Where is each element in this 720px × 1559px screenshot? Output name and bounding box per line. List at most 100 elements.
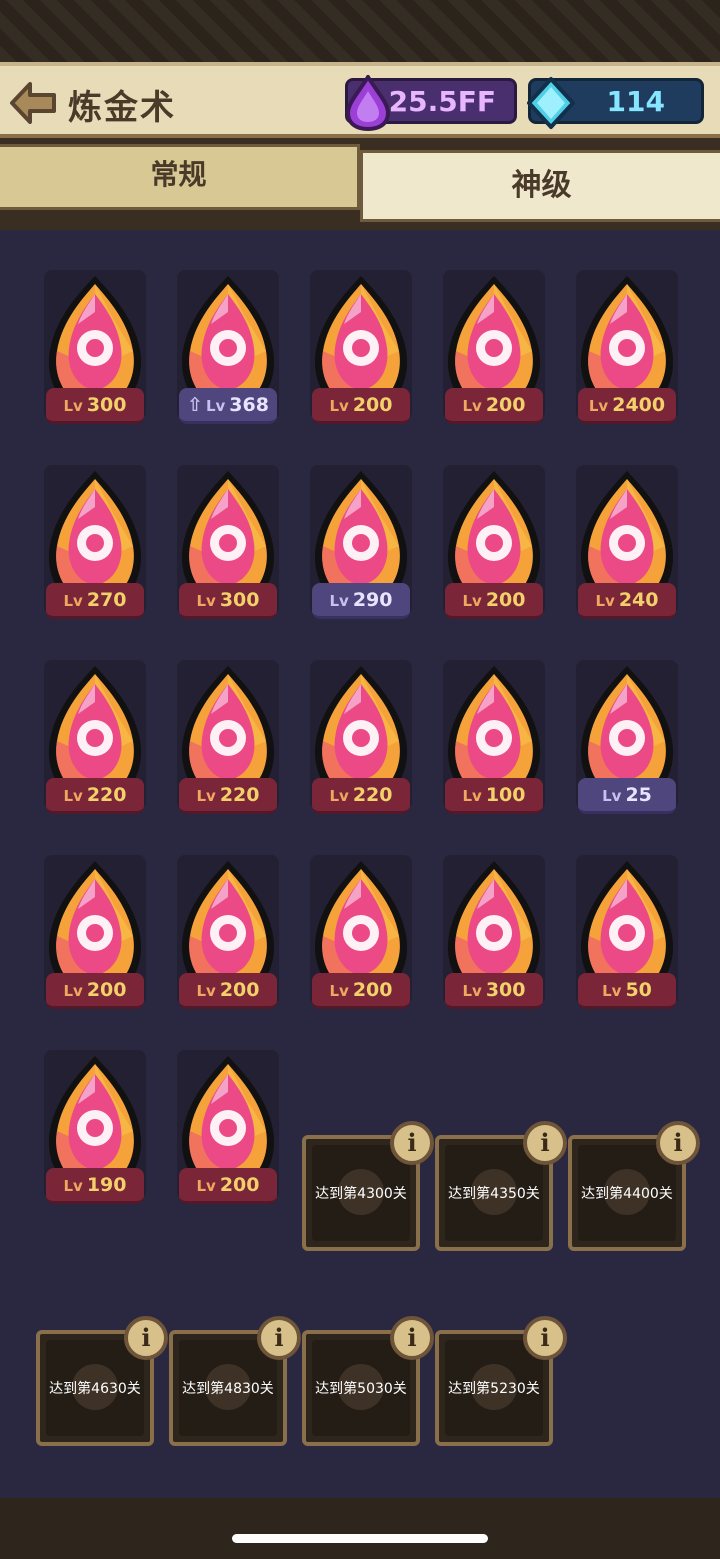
level-value: 270 bbox=[86, 589, 127, 611]
level-badge: Lv 200 bbox=[179, 973, 277, 1009]
level-prefix: Lv bbox=[329, 592, 349, 610]
alchemy-grid: Lv250Lv250Lv521Lv60Lv250Lv300⇧Lv368Lv200… bbox=[0, 230, 720, 1498]
level-prefix: Lv bbox=[462, 397, 482, 415]
tab-divine[interactable]: 神级 bbox=[360, 150, 720, 222]
level-prefix: Lv bbox=[329, 982, 349, 1000]
level-badge: Lv 200 bbox=[312, 973, 410, 1009]
level-value: 240 bbox=[618, 589, 659, 611]
unlock-requirement: 达到第4630关 bbox=[49, 1381, 141, 1397]
level-prefix: Lv bbox=[63, 397, 83, 415]
level-prefix: Lv bbox=[196, 787, 216, 805]
gem-value: 114 bbox=[606, 85, 665, 118]
alchemy-item[interactable]: Lv 200 bbox=[439, 465, 549, 625]
alchemy-item[interactable]: Lv 300 bbox=[40, 270, 150, 430]
gem-counter[interactable]: 114 bbox=[527, 77, 704, 129]
info-button[interactable]: i bbox=[124, 1316, 168, 1360]
unlock-requirement: 达到第4350关 bbox=[448, 1186, 540, 1202]
info-button[interactable]: i bbox=[523, 1121, 567, 1165]
alchemy-item[interactable]: Lv 220 bbox=[306, 660, 416, 820]
locked-slot[interactable]: 达到第4630关 i bbox=[36, 1316, 168, 1446]
locked-slot[interactable]: 达到第4830关 i bbox=[169, 1316, 301, 1446]
level-value: 200 bbox=[352, 394, 393, 416]
level-badge: Lv 200 bbox=[445, 388, 543, 424]
alchemy-item[interactable]: Lv 2400 bbox=[572, 270, 682, 430]
level-value: 25 bbox=[625, 784, 652, 806]
alchemy-item[interactable]: Lv 270 bbox=[40, 465, 150, 625]
level-badge: Lv 300 bbox=[179, 583, 277, 619]
level-value: 200 bbox=[219, 979, 260, 1001]
locked-slot[interactable]: 达到第4400关 i bbox=[568, 1121, 700, 1251]
alchemy-item[interactable]: Lv521 bbox=[306, 230, 416, 235]
alchemy-item[interactable]: Lv 25 bbox=[572, 660, 682, 820]
alchemy-item[interactable]: Lv 190 bbox=[40, 1050, 150, 1210]
level-prefix: Lv bbox=[196, 1177, 216, 1195]
level-badge: Lv 200 bbox=[445, 583, 543, 619]
alchemy-item[interactable]: Lv 200 bbox=[306, 270, 416, 430]
alchemy-item[interactable]: Lv 200 bbox=[40, 855, 150, 1015]
level-value: 220 bbox=[352, 784, 393, 806]
info-button[interactable]: i bbox=[523, 1316, 567, 1360]
alchemy-item[interactable]: ⇧ Lv 368 bbox=[173, 270, 283, 430]
alchemy-item[interactable]: Lv250 bbox=[40, 230, 150, 235]
level-value: 300 bbox=[485, 979, 526, 1001]
alchemy-item[interactable]: Lv 50 bbox=[572, 855, 682, 1015]
level-prefix: Lv bbox=[602, 982, 622, 1000]
level-badge: Lv 220 bbox=[312, 778, 410, 814]
locked-slot[interactable]: 达到第5030关 i bbox=[302, 1316, 434, 1446]
locked-slot[interactable]: 达到第5230关 i bbox=[435, 1316, 567, 1446]
alchemy-item[interactable]: Lv 200 bbox=[439, 270, 549, 430]
alchemy-item[interactable]: Lv 200 bbox=[173, 1050, 283, 1210]
alchemy-item[interactable]: Lv 220 bbox=[40, 660, 150, 820]
alchemy-item[interactable]: Lv60 bbox=[439, 230, 549, 235]
level-badge: Lv 300 bbox=[445, 973, 543, 1009]
level-badge: ⇧ Lv 368 bbox=[179, 388, 277, 424]
alchemy-item[interactable]: Lv 100 bbox=[439, 660, 549, 820]
alchemy-item[interactable]: Lv 200 bbox=[173, 855, 283, 1015]
level-badge: Lv 220 bbox=[179, 778, 277, 814]
back-arrow-icon[interactable] bbox=[8, 80, 58, 126]
info-button[interactable]: i bbox=[390, 1121, 434, 1165]
info-button[interactable]: i bbox=[656, 1121, 700, 1165]
info-button[interactable]: i bbox=[257, 1316, 301, 1360]
level-value: 200 bbox=[86, 979, 127, 1001]
alchemy-item[interactable]: Lv 300 bbox=[439, 855, 549, 1015]
level-value: 220 bbox=[219, 784, 260, 806]
level-badge: Lv 25 bbox=[578, 778, 676, 814]
alchemy-item[interactable]: Lv 200 bbox=[306, 855, 416, 1015]
level-badge: Lv 290 bbox=[312, 583, 410, 619]
info-button[interactable]: i bbox=[390, 1316, 434, 1360]
level-value: 100 bbox=[485, 784, 526, 806]
alchemy-item[interactable]: Lv 290 bbox=[306, 465, 416, 625]
tab-normal[interactable]: 常规 bbox=[0, 144, 360, 210]
level-badge: Lv 240 bbox=[578, 583, 676, 619]
alchemy-item[interactable]: Lv250 bbox=[173, 230, 283, 235]
home-indicator[interactable] bbox=[232, 1534, 488, 1543]
locked-slot[interactable]: 达到第4350关 i bbox=[435, 1121, 567, 1251]
level-badge: Lv 220 bbox=[46, 778, 144, 814]
diamond-icon bbox=[527, 77, 575, 129]
essence-counter[interactable]: 25.5FF bbox=[345, 75, 517, 131]
level-prefix: Lv bbox=[205, 397, 226, 415]
level-prefix: Lv bbox=[588, 397, 609, 415]
level-prefix: Lv bbox=[329, 787, 349, 805]
level-value: 50 bbox=[625, 979, 652, 1001]
level-badge: Lv 200 bbox=[46, 973, 144, 1009]
locked-slot[interactable]: 达到第4300关 i bbox=[302, 1121, 434, 1251]
alchemy-item[interactable]: Lv 220 bbox=[173, 660, 283, 820]
level-prefix: Lv bbox=[462, 982, 482, 1000]
level-badge: Lv 190 bbox=[46, 1168, 144, 1204]
essence-value: 25.5FF bbox=[388, 85, 496, 118]
level-badge: Lv 2400 bbox=[578, 388, 676, 424]
bottom-border bbox=[0, 1498, 720, 1559]
alchemy-item[interactable]: Lv 240 bbox=[572, 465, 682, 625]
level-prefix: Lv bbox=[63, 982, 83, 1000]
header-bar: 炼金术 25.5FF 114 bbox=[0, 62, 720, 138]
level-badge: Lv 300 bbox=[46, 388, 144, 424]
level-badge: Lv 50 bbox=[578, 973, 676, 1009]
alchemy-item[interactable]: Lv250 bbox=[572, 230, 682, 235]
level-value: 200 bbox=[485, 589, 526, 611]
alchemy-item[interactable]: Lv 300 bbox=[173, 465, 283, 625]
level-value: 368 bbox=[229, 394, 269, 416]
top-border bbox=[0, 0, 720, 62]
level-badge: Lv 270 bbox=[46, 583, 144, 619]
